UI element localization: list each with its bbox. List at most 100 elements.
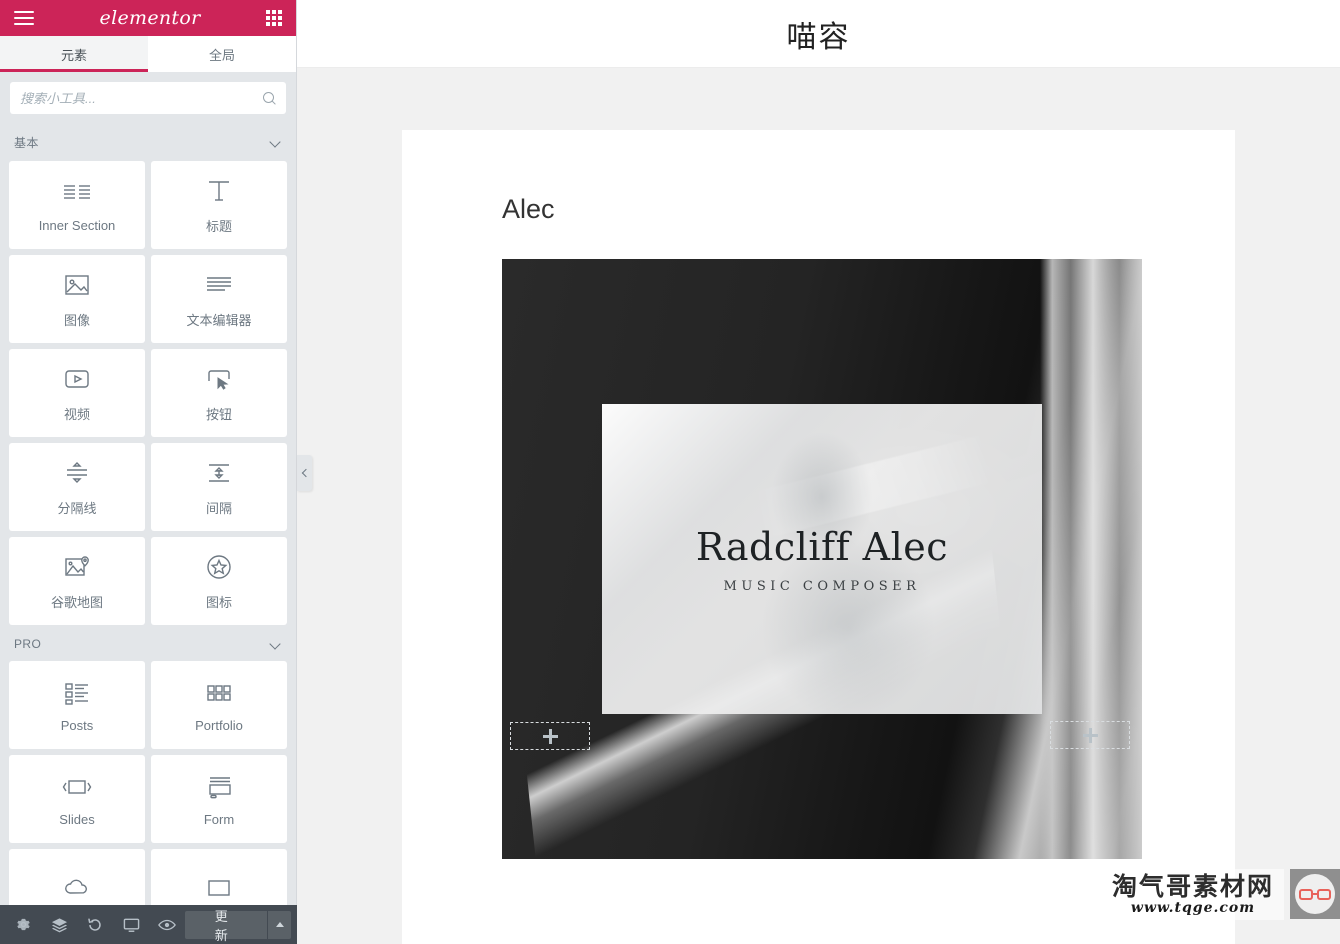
elementor-logo: elementor: [99, 7, 201, 29]
watermark-text: 淘气哥素材网 www.tqge.com: [1099, 868, 1284, 920]
widget-label: Posts: [60, 717, 94, 733]
video-icon: [63, 364, 91, 394]
section-header-basic[interactable]: 基本: [0, 122, 296, 161]
widget-icon[interactable]: 图标: [151, 537, 287, 625]
section-title-basic: 基本: [14, 136, 39, 150]
widget-posts[interactable]: Posts: [9, 661, 145, 749]
update-options-button[interactable]: [268, 910, 291, 939]
widget-divider[interactable]: 分隔线: [9, 443, 145, 531]
widget-label: 间隔: [205, 500, 232, 516]
search-area: [0, 72, 296, 122]
widget-label: Form: [203, 811, 235, 827]
glasses-icon: [1299, 888, 1331, 900]
panel-tabs: 元素 全局: [0, 36, 296, 72]
page-content-card: Alec Radcliff Alec MUSIC COMPOSER: [402, 130, 1235, 944]
widget-google-maps[interactable]: 谷歌地图: [9, 537, 145, 625]
text-editor-icon: [205, 270, 233, 300]
widget-label: 分隔线: [57, 500, 97, 516]
widgets-panel: elementor 元素 全局 基本: [0, 0, 297, 944]
update-button[interactable]: 更新: [184, 909, 268, 943]
hamburger-icon[interactable]: [14, 11, 34, 25]
posts-icon: [63, 678, 91, 708]
widget-label: 按钮: [205, 406, 232, 422]
watermark: 淘气哥素材网 www.tqge.com: [1099, 868, 1340, 920]
widget-heading[interactable]: 标题: [151, 161, 287, 249]
divider-icon: [63, 458, 91, 488]
update-group: 更新: [184, 909, 291, 943]
widget-label: 标题: [205, 218, 232, 234]
widget-inner-section[interactable]: Inner Section: [9, 161, 145, 249]
hero-name: Radcliff Alec: [695, 524, 949, 569]
watermark-url: www.tqge.com: [1130, 900, 1256, 916]
window-frame-shape: [1039, 259, 1142, 859]
widget-video[interactable]: 视频: [9, 349, 145, 437]
watermark-logo-circle: [1295, 874, 1335, 915]
widget-label: 文本编辑器: [186, 312, 252, 328]
search-icon: [263, 91, 276, 105]
preview-canvas: 喵容 Alec Radcliff Alec MUSIC COMPOSER 淘气哥…: [297, 0, 1340, 944]
watermark-site-name: 淘气哥素材网: [1111, 871, 1274, 901]
hero-image[interactable]: Radcliff Alec MUSIC COMPOSER: [502, 259, 1142, 859]
plus-icon: [1082, 727, 1098, 743]
search-box[interactable]: [10, 82, 286, 114]
widget-text-editor[interactable]: 文本编辑器: [151, 255, 287, 343]
grid-icon[interactable]: [265, 10, 282, 26]
widget-label: Slides: [59, 811, 95, 827]
add-section-button-right[interactable]: [1050, 721, 1130, 749]
gear-icon[interactable]: [6, 905, 42, 944]
canvas-body: Alec Radcliff Alec MUSIC COMPOSER: [297, 68, 1340, 944]
elementor-editor: elementor 元素 全局 基本: [0, 0, 1340, 944]
widget-grid-basic: Inner Section 标题 图像 文本编辑器 视频 按钮 分隔线 间隔 谷…: [0, 161, 296, 625]
panel-header: elementor: [0, 0, 296, 36]
cloud-icon: [63, 873, 91, 903]
widget-spacer[interactable]: 间隔: [151, 443, 287, 531]
section-title-pro: PRO: [14, 637, 42, 651]
widget-grid-pro: Posts Portfolio Slides Form: [0, 661, 296, 937]
layers-icon[interactable]: [42, 905, 78, 944]
widget-image[interactable]: 图像: [9, 255, 145, 343]
widget-portfolio[interactable]: Portfolio: [151, 661, 287, 749]
widget-label: Inner Section: [38, 217, 116, 233]
widget-label: 谷歌地图: [50, 594, 103, 610]
widget-form[interactable]: Form: [151, 755, 287, 843]
search-input[interactable]: [20, 90, 263, 106]
chevron-down-icon: [271, 137, 282, 148]
tab-elements[interactable]: 元素: [0, 36, 148, 72]
slides-icon: [62, 772, 92, 802]
widget-slides[interactable]: Slides: [9, 755, 145, 843]
tab-global[interactable]: 全局: [148, 36, 296, 72]
portfolio-icon: [205, 678, 233, 708]
plus-icon: [542, 728, 558, 744]
widget-label: 图标: [205, 594, 232, 610]
widget-label: Portfolio: [195, 717, 243, 733]
add-section-button-left[interactable]: [510, 722, 590, 750]
panel-collapse-handle[interactable]: [297, 455, 312, 491]
chevron-down-icon: [271, 639, 282, 650]
spacer-icon: [205, 458, 233, 488]
monitor-icon[interactable]: [113, 905, 149, 944]
button-icon: [205, 364, 233, 394]
site-header: 喵容: [297, 0, 1340, 68]
caret-up-icon: [275, 922, 284, 927]
hero-overlay-card: Radcliff Alec MUSIC COMPOSER: [602, 404, 1042, 714]
box-icon: [205, 873, 233, 903]
image-icon: [64, 270, 90, 300]
inner-section-icon: [63, 178, 91, 208]
watermark-logo: [1290, 869, 1340, 920]
heading-icon: [206, 176, 232, 206]
eye-icon[interactable]: [149, 905, 185, 944]
form-icon: [205, 772, 233, 802]
site-title: 喵容: [786, 20, 851, 54]
history-icon[interactable]: [77, 905, 113, 944]
chevron-left-icon: [301, 468, 310, 478]
page-title: Alec: [502, 194, 555, 224]
editor-bottom-toolbar: 更新: [0, 905, 297, 944]
widgets-scroll-area[interactable]: 基本 Inner Section 标题 图像 文本编辑器 视频 按钮 分隔线 间…: [0, 122, 296, 944]
section-header-pro[interactable]: PRO: [0, 625, 296, 661]
widget-label: 视频: [63, 406, 90, 422]
star-icon: [205, 552, 233, 582]
hero-subtitle: MUSIC COMPOSER: [723, 578, 921, 594]
widget-label: 图像: [63, 312, 90, 328]
widget-button[interactable]: 按钮: [151, 349, 287, 437]
google-maps-icon: [64, 552, 90, 582]
